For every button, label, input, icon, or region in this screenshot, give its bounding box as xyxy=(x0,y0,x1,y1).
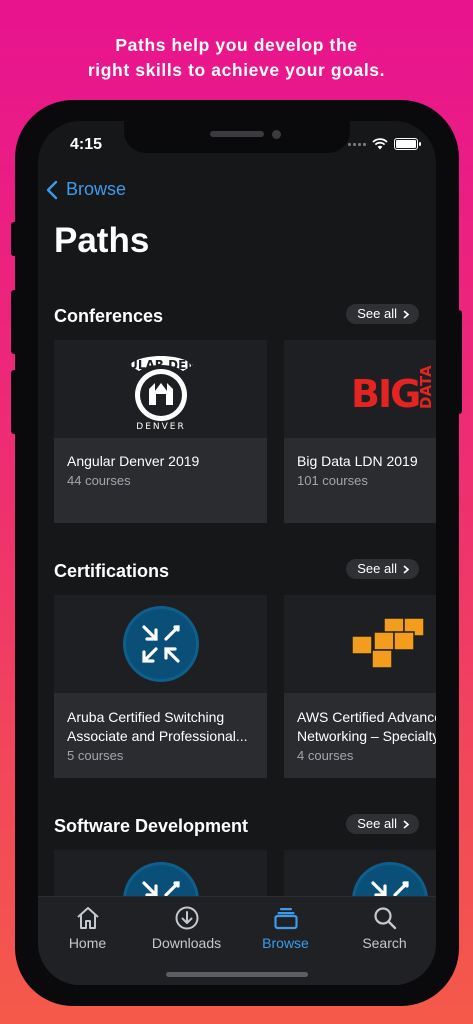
app-screen: 4:15 Browse Paths Conferences See all GU… xyxy=(38,121,436,985)
svg-text:DENVER: DENVER xyxy=(136,422,185,431)
section-title: Certifications xyxy=(54,561,170,581)
download-icon xyxy=(175,906,198,930)
big-data-logo: BIG DATA xyxy=(351,365,435,415)
chevron-right-icon xyxy=(403,564,409,574)
section-certifications: Certifications See all Aruba Certified S… xyxy=(38,557,436,778)
path-card[interactable]: BIG DATA Big Data LDN 2019 101 courses xyxy=(284,340,436,523)
tab-downloads[interactable]: Downloads xyxy=(137,905,236,951)
section-title: Conferences xyxy=(54,306,164,326)
card-subtitle: 5 courses xyxy=(67,748,124,763)
front-camera xyxy=(272,130,281,139)
browse-icon xyxy=(273,908,298,930)
tab-home[interactable]: Home xyxy=(38,905,137,951)
card-title-line-2: Networking – Specialty xyxy=(297,728,436,744)
card-title: Aruba Certified Switching xyxy=(67,709,225,725)
status-time: 4:15 xyxy=(70,136,103,153)
svg-text:BIG: BIG xyxy=(351,372,419,415)
tab-label: Downloads xyxy=(151,935,222,951)
tab-browse[interactable]: Browse xyxy=(236,905,335,951)
promo-line-1: Paths help you develop the xyxy=(115,35,358,55)
battery-icon xyxy=(394,138,421,150)
status-icons xyxy=(348,138,421,150)
path-card[interactable]: Aruba Certified Switching Associate and … xyxy=(54,595,267,778)
tab-label: Search xyxy=(362,935,407,951)
card-subtitle: 101 courses xyxy=(297,473,368,488)
card-title-line-2: Associate and Professional... xyxy=(67,728,248,744)
svg-text:DATA: DATA xyxy=(417,365,435,409)
signal-icon xyxy=(348,142,366,146)
path-card[interactable]: AWS Certified Advanced Networking – Spec… xyxy=(284,595,436,778)
speaker-grille xyxy=(210,131,264,137)
search-icon xyxy=(373,907,396,930)
see-all-button[interactable]: See all xyxy=(346,814,419,834)
card-image: BIG DATA xyxy=(284,340,436,438)
aws-cubes-icon xyxy=(351,617,425,669)
card-title: Angular Denver 2019 xyxy=(67,453,200,469)
see-all-label: See all xyxy=(357,816,397,831)
see-all-button[interactable]: See all xyxy=(346,304,419,324)
angular-denver-logo: ANGULAR DENVER DENVER xyxy=(121,356,201,431)
chevron-left-icon xyxy=(46,180,58,199)
card-title: AWS Certified Advanced xyxy=(297,709,436,725)
see-all-label: See all xyxy=(357,561,397,576)
tab-search[interactable]: Search xyxy=(335,905,434,951)
section-software-development: Software Development See all xyxy=(38,812,436,985)
chevron-right-icon xyxy=(403,309,409,319)
home-indicator xyxy=(166,972,308,977)
promo-headline: Paths help you develop the right skills … xyxy=(0,33,473,83)
arrows-badge-icon xyxy=(122,606,199,682)
section-conferences: Conferences See all ANGULAR DENVER DENVE… xyxy=(38,302,436,523)
back-label: Browse xyxy=(66,179,127,199)
see-all-button[interactable]: See all xyxy=(346,559,419,579)
path-card[interactable]: ANGULAR DENVER DENVER Angular Denver 201… xyxy=(54,340,267,523)
see-all-label: See all xyxy=(357,306,397,321)
back-button[interactable]: Browse xyxy=(46,179,126,200)
chevron-right-icon xyxy=(403,819,409,829)
card-subtitle: 4 courses xyxy=(297,748,354,763)
card-image: ANGULAR DENVER DENVER xyxy=(54,340,267,438)
section-title: Software Development xyxy=(54,816,249,836)
notch xyxy=(124,121,350,153)
tab-label: Home xyxy=(68,935,107,951)
tab-label: Browse xyxy=(262,935,309,951)
promo-line-2: right skills to achieve your goals. xyxy=(87,60,386,80)
home-icon xyxy=(76,907,99,929)
card-subtitle: 44 courses xyxy=(67,473,131,488)
card-title: Big Data LDN 2019 xyxy=(297,453,418,469)
wifi-icon xyxy=(372,138,388,150)
card-image xyxy=(54,595,267,693)
card-image xyxy=(284,595,436,693)
page-title: Paths xyxy=(54,221,150,260)
